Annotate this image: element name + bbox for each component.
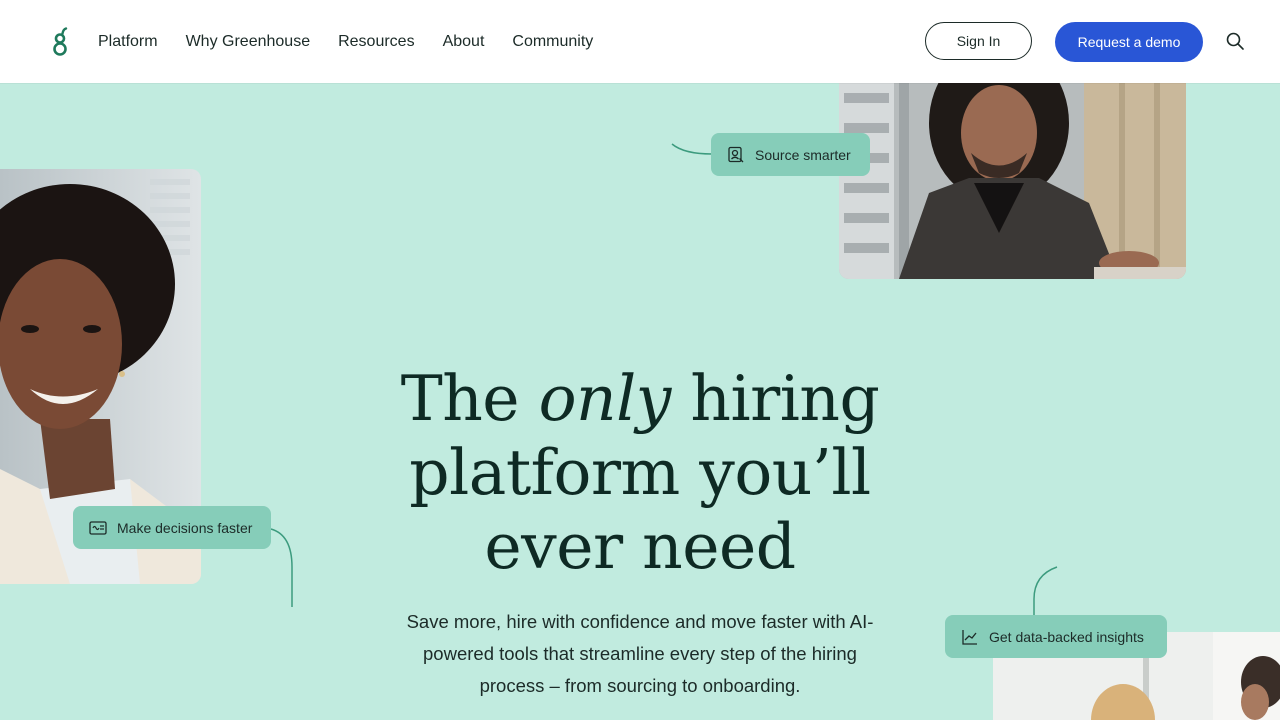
hero-heading: The only hiring platform you’ll ever nee… [340, 362, 940, 584]
data-insights-label: Get data-backed insights [989, 628, 1144, 645]
greenhouse-logo-icon[interactable] [50, 27, 70, 59]
hero-heading-part2: hiring [690, 362, 880, 435]
hero-heading-line2: platform you’ll [409, 436, 871, 509]
make-decisions-callout: Make decisions faster [73, 506, 271, 549]
data-insights-callout: Get data-backed insights [945, 615, 1167, 658]
insights-connector-line [1033, 566, 1058, 615]
nav-platform[interactable]: Platform [98, 33, 158, 51]
source-connector-line [671, 143, 713, 155]
nav-about[interactable]: About [443, 33, 485, 51]
hero-subtitle: Save more, hire with confidence and move… [406, 611, 874, 696]
sign-in-button[interactable]: Sign In [925, 22, 1032, 60]
man-portrait-photo [839, 83, 1186, 279]
nav-community[interactable]: Community [512, 33, 593, 51]
source-smarter-label: Source smarter [755, 146, 851, 163]
nav-resources[interactable]: Resources [338, 33, 414, 51]
decisions-connector-line [270, 528, 293, 607]
site-header: Platform Why Greenhouse Resources About … [0, 0, 1280, 83]
hero-heading-part1: The [400, 362, 520, 435]
compare-card-icon [89, 519, 107, 537]
hero-heading-emphasis: only [538, 362, 672, 435]
search-icon[interactable] [1225, 31, 1245, 51]
line-chart-icon [961, 628, 979, 646]
source-smarter-callout: Source smarter [711, 133, 870, 176]
request-demo-button[interactable]: Request a demo [1055, 22, 1203, 62]
hero-heading-line3: ever need [484, 510, 796, 583]
candidate-search-icon [727, 146, 745, 164]
nav-why-greenhouse[interactable]: Why Greenhouse [186, 33, 311, 51]
main-nav: Platform Why Greenhouse Resources About … [98, 0, 621, 83]
make-decisions-label: Make decisions faster [117, 519, 253, 536]
